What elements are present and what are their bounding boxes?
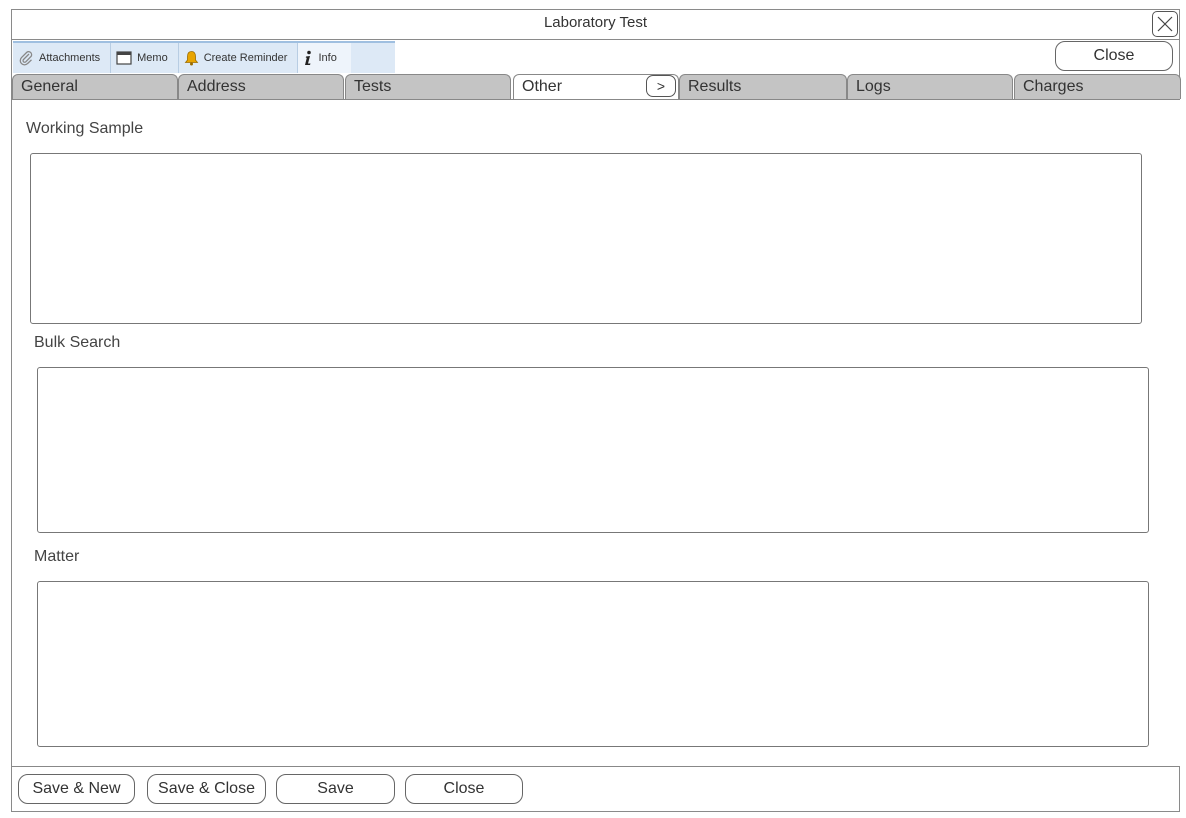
- tab-address[interactable]: Address: [178, 74, 344, 99]
- tab-logs[interactable]: Logs: [847, 74, 1013, 99]
- memo-window-icon: [116, 51, 132, 65]
- close-button[interactable]: Close: [405, 774, 523, 804]
- other-tab-panel: Working Sample Bulk Search Matter: [12, 99, 1180, 767]
- attachments-button[interactable]: Attachments: [13, 43, 112, 73]
- save-and-new-button[interactable]: Save & New: [18, 774, 135, 804]
- working-sample-field[interactable]: [30, 153, 1142, 324]
- matter-field[interactable]: [37, 581, 1149, 747]
- tab-results[interactable]: Results: [679, 74, 847, 99]
- bulk-search-field[interactable]: [37, 367, 1149, 533]
- toolbar-close-button[interactable]: Close: [1055, 41, 1173, 71]
- laboratory-test-window: Laboratory Test Attachments Memo Create …: [11, 9, 1181, 813]
- create-reminder-button[interactable]: Create Reminder: [179, 43, 299, 73]
- memo-label: Memo: [137, 52, 168, 64]
- tab-tests[interactable]: Tests: [345, 74, 511, 99]
- save-and-close-button[interactable]: Save & Close: [147, 774, 266, 804]
- tab-strip: General Address Tests Other > Results Lo…: [12, 74, 1181, 100]
- close-x-icon: [1157, 16, 1173, 32]
- window-close-button[interactable]: [1152, 11, 1178, 37]
- form-footer: Save & New Save & Close Save Close: [12, 768, 1179, 813]
- info-icon: [305, 50, 312, 65]
- memo-button[interactable]: Memo: [111, 43, 179, 73]
- save-button[interactable]: Save: [276, 774, 395, 804]
- title-bar: Laboratory Test: [12, 10, 1179, 40]
- tab-scroll-next-button[interactable]: >: [646, 75, 676, 97]
- paperclip-icon: [19, 51, 33, 66]
- create-reminder-label: Create Reminder: [203, 52, 288, 64]
- bell-icon: [184, 51, 199, 66]
- attachments-label: Attachments: [39, 52, 101, 64]
- matter-label: Matter: [34, 548, 80, 565]
- tab-general[interactable]: General: [12, 74, 178, 99]
- info-label: Info: [318, 52, 337, 64]
- record-toolbar: Attachments Memo Create Reminder Info: [13, 41, 395, 73]
- working-sample-label: Working Sample: [26, 120, 144, 137]
- window-title: Laboratory Test: [543, 14, 648, 31]
- tab-charges[interactable]: Charges: [1014, 74, 1181, 99]
- info-button[interactable]: Info: [298, 43, 351, 73]
- bulk-search-label: Bulk Search: [34, 334, 121, 351]
